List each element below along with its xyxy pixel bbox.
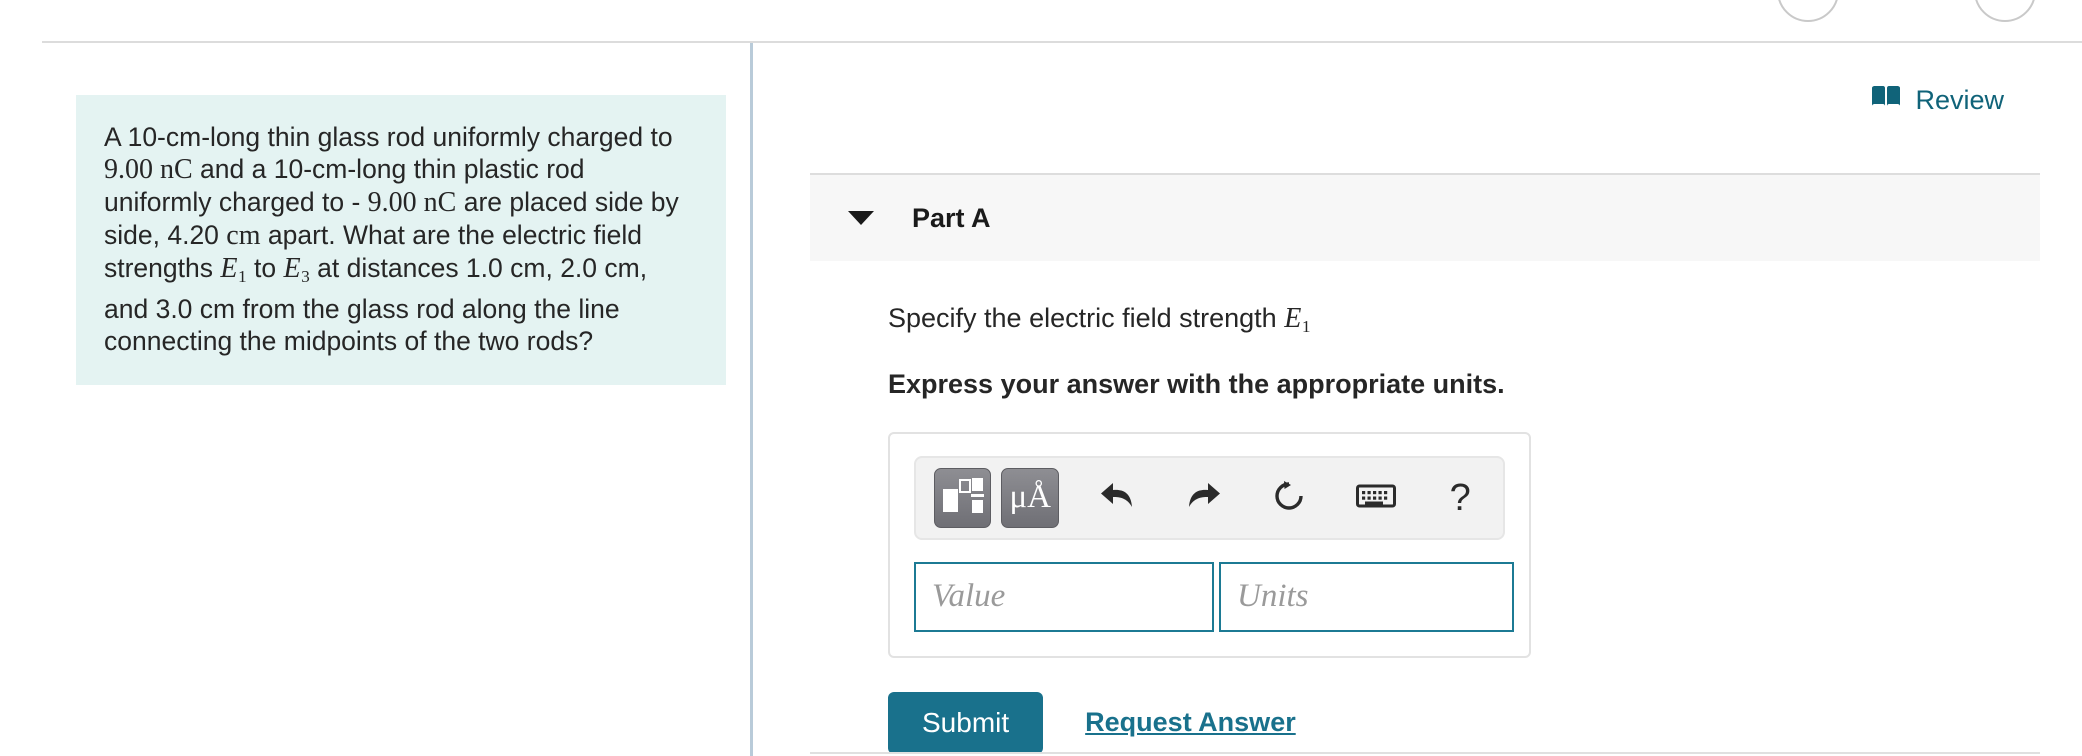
help-button[interactable]: ? xyxy=(1435,470,1485,526)
math-run: E3 xyxy=(283,253,310,286)
part-a-body: Specify the electric field strength E1 E… xyxy=(810,303,2040,754)
request-answer-link[interactable]: Request Answer xyxy=(1085,707,1296,738)
answer-toolbar: μÅ ? xyxy=(914,455,1505,540)
micro-angstrom-icon: μÅ xyxy=(1009,479,1051,516)
math-template-icon xyxy=(941,476,985,519)
submit-row: Submit Request Answer xyxy=(888,691,2040,754)
panel-bottom-divider xyxy=(810,752,2040,754)
math-run: 9.00 nC xyxy=(104,154,193,185)
keyboard-icon xyxy=(1356,482,1397,513)
prompt-text: Specify the electric field strength xyxy=(888,303,1285,333)
instruction-text: Express your answer with the appropriate… xyxy=(888,368,1505,399)
math-run: E1 xyxy=(220,253,247,286)
math-run: 9.00 nC xyxy=(367,187,457,218)
undo-button[interactable] xyxy=(1091,470,1145,526)
prompt-line: Specify the electric field strength E1 xyxy=(888,303,2040,337)
page-root: A 10-cm-long thin glass rod uniformly ch… xyxy=(0,0,2082,756)
answer-pane: Review Part A Specify the electric field… xyxy=(753,43,2082,756)
refresh-circle-icon xyxy=(1271,478,1307,517)
part-a-panel: Part A Specify the electric field streng… xyxy=(810,173,2040,754)
template-button[interactable] xyxy=(934,467,992,528)
part-a-title: Part A xyxy=(912,202,991,233)
chevron-down-icon[interactable] xyxy=(848,211,874,225)
units-input[interactable] xyxy=(1219,561,1514,632)
reset-button[interactable] xyxy=(1262,470,1316,526)
part-a-header[interactable]: Part A xyxy=(810,173,2040,261)
review-label: Review xyxy=(1915,85,2004,115)
math-run: cm xyxy=(226,220,261,251)
circle-button-1[interactable] xyxy=(1777,0,1839,22)
book-icon xyxy=(1871,85,1901,116)
prompt-symbol: E1 xyxy=(1284,303,1311,336)
answer-widget: μÅ ? Value Units xyxy=(888,431,1531,658)
submit-button[interactable]: Submit xyxy=(888,691,1044,754)
question-text: A 10-cm-long thin glass rod uniformly ch… xyxy=(104,122,679,356)
redo-button[interactable] xyxy=(1177,470,1231,526)
answer-inputs xyxy=(914,561,1514,632)
undo-arrow-icon xyxy=(1099,479,1137,516)
review-link[interactable]: Review xyxy=(1871,85,2004,116)
redo-arrow-icon xyxy=(1184,479,1222,516)
circle-button-2[interactable] xyxy=(1974,0,2036,22)
keyboard-button[interactable] xyxy=(1350,470,1404,526)
question-panel: A 10-cm-long thin glass rod uniformly ch… xyxy=(76,95,726,385)
units-button[interactable]: μÅ xyxy=(1001,467,1059,528)
value-input[interactable] xyxy=(914,561,1214,632)
